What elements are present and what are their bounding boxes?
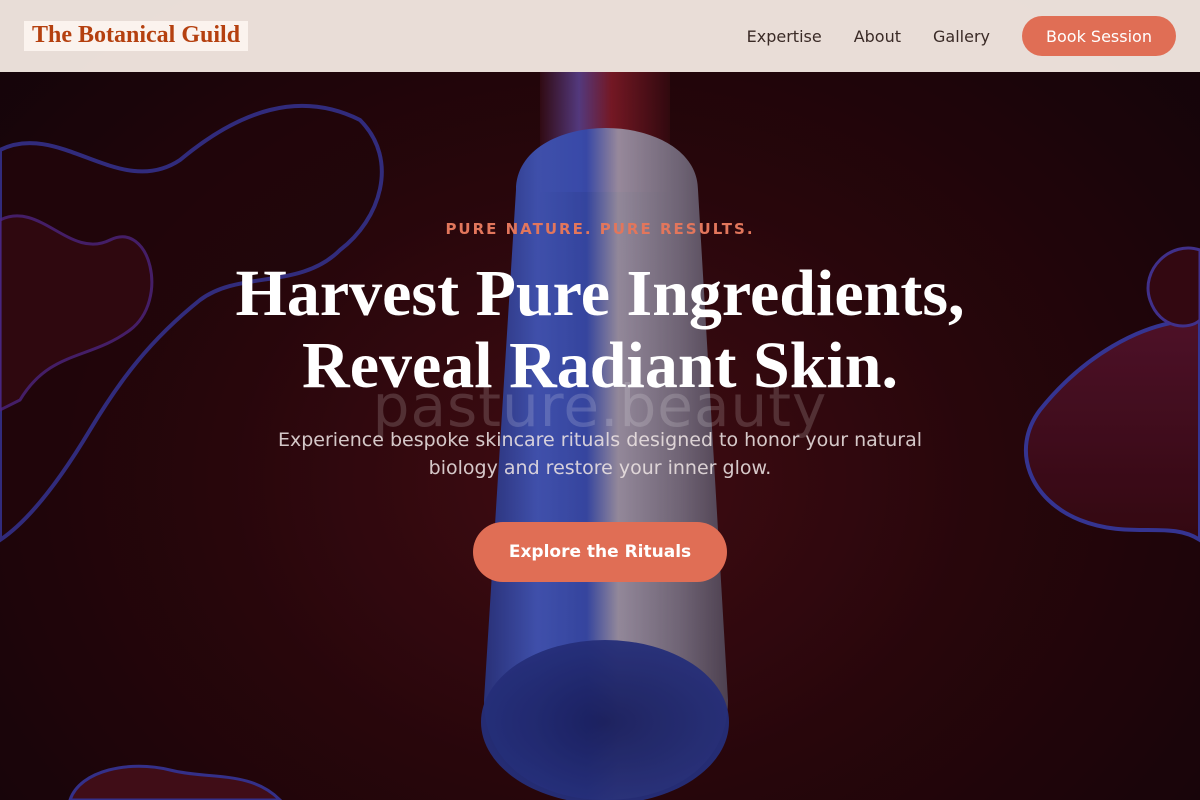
hero-subtitle: Experience bespoke skincare rituals desi… <box>277 429 923 479</box>
nav-menu: Expertise About Gallery Book Session <box>715 16 1176 56</box>
top-navbar: The Botanical Guild Expertise About Gall… <box>0 0 1200 72</box>
nav-link-about[interactable]: About <box>854 27 901 46</box>
hero-content: PURE NATURE. PURE RESULTS. Harvest Pure … <box>0 0 1200 800</box>
nav-link-expertise[interactable]: Expertise <box>747 27 822 46</box>
explore-rituals-button[interactable]: Explore the Rituals <box>473 522 727 582</box>
hero-eyebrow: PURE NATURE. PURE RESULTS. <box>445 220 755 238</box>
book-session-button[interactable]: Book Session <box>1022 16 1176 56</box>
hero-headline-line1: Harvest Pure Ingredients, <box>235 257 965 330</box>
brand-logo[interactable]: The Botanical Guild <box>24 21 249 51</box>
nav-link-gallery[interactable]: Gallery <box>933 27 990 46</box>
hero-headline-line2: Reveal Radiant Skin. <box>302 329 898 402</box>
hero-headline: Harvest Pure Ingredients, Reveal Radiant… <box>0 258 1200 402</box>
